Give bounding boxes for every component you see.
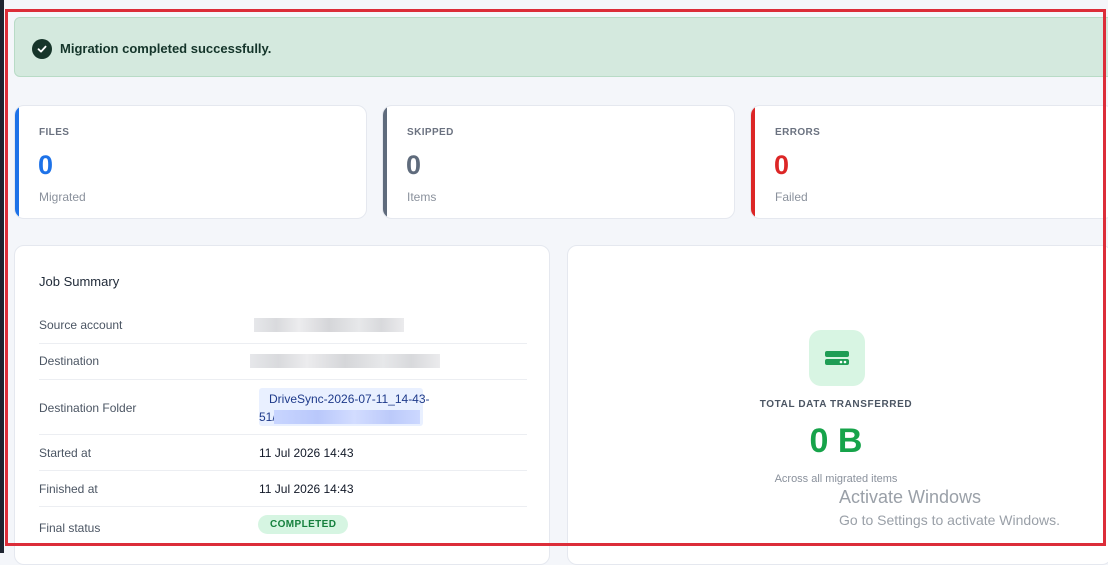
hard-drive-icon (809, 330, 865, 386)
final-status-label: Final status (39, 521, 101, 535)
errors-sublabel: Failed (775, 190, 808, 204)
destination-folder-value[interactable]: DriveSync-2026-07-11_14-43- 51/ (259, 388, 430, 426)
skipped-sublabel: Items (407, 190, 437, 204)
skipped-stat-card: SKIPPED 0 Items (382, 105, 735, 219)
errors-accent-bar (751, 106, 755, 218)
summary-row-finished: Finished at 11 Jul 2026 14:43 (39, 471, 527, 507)
files-accent-bar (15, 106, 19, 218)
watermark-subtitle: Go to Settings to activate Windows. (839, 512, 1060, 528)
skipped-count: 0 (406, 150, 422, 180)
started-at-value: 11 Jul 2026 14:43 (259, 446, 354, 460)
job-summary-title: Job Summary (39, 274, 120, 289)
job-summary-card: Job Summary Source account Destination D… (14, 245, 550, 565)
source-account-redacted (254, 318, 404, 332)
check-circle-icon (32, 39, 52, 59)
finished-at-label: Finished at (39, 482, 98, 496)
summary-row-folder: Destination Folder DriveSync-2026-07-11_… (39, 380, 527, 435)
success-banner: Migration completed successfully. (14, 17, 1108, 77)
folder-path-line1: DriveSync-2026-07-11_14-43- (269, 392, 430, 406)
summary-row-destination: Destination (39, 344, 527, 380)
summary-row-status: Final status COMPLETED (39, 507, 527, 547)
files-label: FILES (39, 127, 70, 138)
skipped-accent-bar (383, 106, 387, 218)
files-count: 0 (38, 150, 54, 180)
errors-stat-card: ERRORS 0 Failed (750, 105, 1108, 219)
files-sublabel: Migrated (39, 190, 86, 204)
started-at-label: Started at (39, 446, 92, 460)
summary-row-started: Started at 11 Jul 2026 14:43 (39, 435, 527, 471)
destination-redacted (250, 354, 440, 368)
status-badge: COMPLETED (258, 515, 349, 534)
files-stat-card: FILES 0 Migrated (14, 105, 367, 219)
errors-label: ERRORS (775, 127, 821, 138)
total-data-value: 0 B (809, 422, 863, 460)
errors-count: 0 (774, 150, 790, 180)
destination-label: Destination (39, 354, 100, 368)
skipped-label: SKIPPED (407, 127, 454, 138)
success-message: Migration completed successfully. (60, 41, 272, 56)
finished-at-value: 11 Jul 2026 14:43 (259, 482, 354, 496)
folder-path-redacted (274, 410, 420, 424)
source-account-label: Source account (39, 318, 123, 332)
watermark-title: Activate Windows (839, 487, 982, 507)
destination-folder-label: Destination Folder (39, 401, 137, 415)
summary-row-source: Source account (39, 308, 527, 344)
window-edge (0, 0, 4, 553)
total-data-label: TOTAL DATA TRANSFERRED (759, 399, 913, 410)
total-data-sublabel: Across all migrated items (774, 473, 898, 485)
activate-windows-watermark: Activate Windows Go to Settings to activ… (839, 487, 1060, 528)
